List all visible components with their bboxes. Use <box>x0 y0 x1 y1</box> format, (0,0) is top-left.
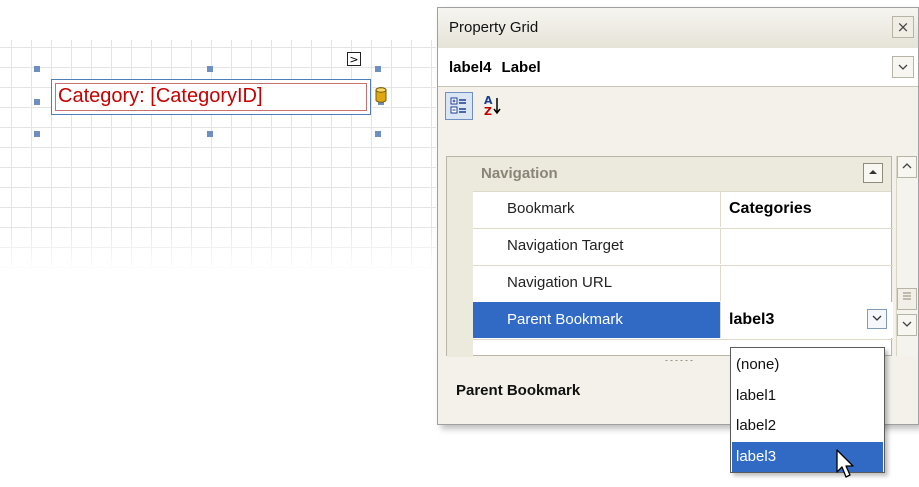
property-value-editor[interactable]: label3 <box>721 302 893 338</box>
dropdown-item-selected[interactable]: label3 <box>732 442 883 472</box>
scroll-thumb[interactable] <box>897 288 917 310</box>
property-grid-toolbar: A Z <box>438 86 918 126</box>
object-type: Label <box>501 59 541 76</box>
bookmark-dropdown-list[interactable]: (none) label1 label2 label3 <box>730 347 885 473</box>
window-title: Property Grid <box>449 19 539 36</box>
scroll-down-button[interactable] <box>897 314 917 336</box>
mouse-cursor-icon <box>836 449 854 478</box>
property-value: label3 <box>729 311 775 328</box>
sort-letter-z: Z <box>484 105 492 118</box>
property-name: Navigation URL <box>473 265 721 301</box>
grid-fade <box>0 40 436 272</box>
scroll-up-button[interactable] <box>897 156 917 178</box>
smart-tag-button[interactable]: > <box>347 52 361 66</box>
sort-az-icon: A Z <box>484 94 501 118</box>
vertical-scrollbar[interactable] <box>896 156 918 356</box>
object-selector[interactable]: label4 Label <box>438 48 918 87</box>
category-label: Navigation <box>481 165 558 182</box>
property-row-navigation-url[interactable]: Navigation URL <box>473 265 893 303</box>
selection-handle[interactable] <box>207 66 213 72</box>
close-icon: × <box>896 18 910 36</box>
property-grid-table: Navigation Bookmark Categories Navigatio… <box>446 156 893 357</box>
description-title: Parent Bookmark <box>456 382 581 399</box>
label-control[interactable]: Category: [CategoryID] <box>51 79 371 115</box>
property-grid-titlebar[interactable]: Property Grid × <box>438 8 918 49</box>
selection-handle[interactable] <box>34 131 40 137</box>
object-selector-text: label4 Label <box>449 59 541 76</box>
object-selector-dropdown-button[interactable] <box>892 56 914 78</box>
splitter-grip-icon <box>664 359 694 362</box>
report-designer-surface[interactable]: Category: [CategoryID] > <box>0 0 436 300</box>
chevron-down-icon <box>872 315 882 321</box>
dropdown-item[interactable]: label1 <box>732 381 883 411</box>
collapse-category-button[interactable] <box>863 163 883 183</box>
value-dropdown-button[interactable] <box>867 309 887 329</box>
property-name: Parent Bookmark <box>473 302 721 338</box>
chevron-down-icon <box>898 64 908 70</box>
database-icon <box>375 87 387 103</box>
selection-handle[interactable] <box>34 66 40 72</box>
dropdown-item[interactable]: label2 <box>732 411 883 441</box>
selection-handle[interactable] <box>375 131 381 137</box>
selection-handle[interactable] <box>207 131 213 137</box>
property-value[interactable]: Categories <box>721 191 893 227</box>
object-name: label4 <box>449 59 492 76</box>
close-button[interactable]: × <box>892 16 914 38</box>
property-name: Bookmark <box>473 191 721 227</box>
grid-gutter <box>447 191 473 357</box>
property-row-navigation-target[interactable]: Navigation Target <box>473 228 893 266</box>
category-row[interactable]: Navigation <box>447 157 891 192</box>
property-value[interactable] <box>721 228 893 264</box>
property-name: Navigation Target <box>473 228 721 264</box>
chevron-up-icon <box>869 170 877 174</box>
property-row-bookmark[interactable]: Bookmark Categories <box>473 191 893 229</box>
grip-icon <box>903 292 911 300</box>
label-text: Category: [CategoryID] <box>58 85 263 107</box>
categorized-button[interactable] <box>445 92 473 120</box>
description-panel: Parent Bookmark <box>446 366 728 418</box>
selection-handle[interactable] <box>34 99 40 105</box>
alphabetical-button[interactable]: A Z <box>479 92 507 120</box>
property-row-parent-bookmark[interactable]: Parent Bookmark label3 <box>473 302 893 340</box>
categorized-icon <box>450 97 466 114</box>
dropdown-item[interactable]: (none) <box>732 350 883 380</box>
selection-handle[interactable] <box>375 66 381 72</box>
chevron-up-icon <box>902 163 912 169</box>
chevron-down-icon <box>902 321 912 327</box>
property-value[interactable] <box>721 265 893 301</box>
